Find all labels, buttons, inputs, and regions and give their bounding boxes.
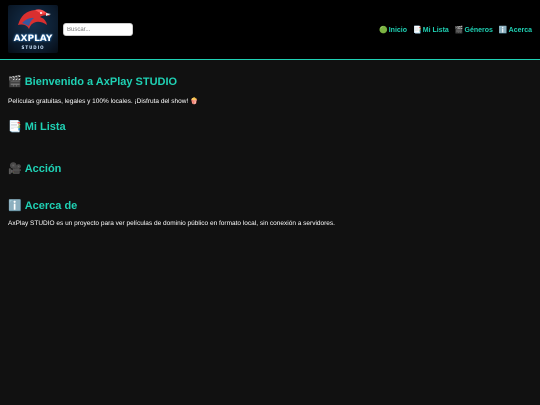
nav-item-label: Acerca bbox=[508, 26, 532, 34]
main-nav: 🟢 Inicio 📑 Mi Lista 🎬 Géneros ℹ️ Acerca bbox=[379, 25, 532, 35]
logo[interactable]: AXPLAY STUDIO bbox=[8, 5, 58, 53]
mylist-title: Mi Lista bbox=[24, 121, 66, 133]
action-heading: 🎥 Acción bbox=[8, 163, 61, 175]
action-title: Acción bbox=[24, 163, 62, 175]
nav-item-label: Mi Lista bbox=[422, 26, 449, 34]
nav-item-generos[interactable]: 🎬 Géneros bbox=[455, 25, 493, 35]
welcome-text: Películas gratuitas, legales y 100% loca… bbox=[8, 98, 199, 105]
site-header: AXPLAY STUDIO 🟢 Inicio 📑 Mi Lista 🎬 Géne… bbox=[0, 0, 540, 60]
logo-title: AXPLAY bbox=[13, 34, 53, 44]
about-heading: ℹ️ Acerca de bbox=[8, 200, 77, 212]
about-title: Acerca de bbox=[24, 200, 78, 212]
bookmark-tabs-icon: 📑 bbox=[413, 26, 422, 34]
nav-item-label: Géneros bbox=[464, 26, 493, 34]
clapper-board-icon: 🎬 bbox=[8, 75, 22, 88]
mylist-heading: 📑 Mi Lista bbox=[8, 121, 66, 133]
movie-camera-icon: 🎥 bbox=[8, 162, 22, 175]
about-text: AxPlay STUDIO es un proyecto para ver pe… bbox=[8, 220, 335, 227]
clapper-board-icon: 🎬 bbox=[454, 26, 464, 34]
welcome-heading: 🎬 Bienvenido a AxPlay STUDIO bbox=[8, 76, 177, 88]
nav-item-inicio[interactable]: 🟢 Inicio bbox=[379, 25, 407, 35]
nav-item-label: Inicio bbox=[388, 26, 408, 34]
search-input[interactable] bbox=[63, 23, 133, 36]
green-circle-icon: 🟢 bbox=[379, 26, 388, 34]
nav-item-acerca[interactable]: ℹ️ Acerca bbox=[499, 25, 532, 35]
nav-item-mi-lista[interactable]: 📑 Mi Lista bbox=[413, 25, 449, 35]
info-icon: ℹ️ bbox=[8, 199, 22, 212]
info-icon: ℹ️ bbox=[498, 26, 508, 34]
eagle-icon bbox=[18, 9, 51, 29]
bookmark-tabs-icon: 📑 bbox=[8, 120, 22, 133]
logo-subtitle: STUDIO bbox=[21, 45, 45, 50]
welcome-title: Bienvenido a AxPlay STUDIO bbox=[24, 76, 178, 88]
